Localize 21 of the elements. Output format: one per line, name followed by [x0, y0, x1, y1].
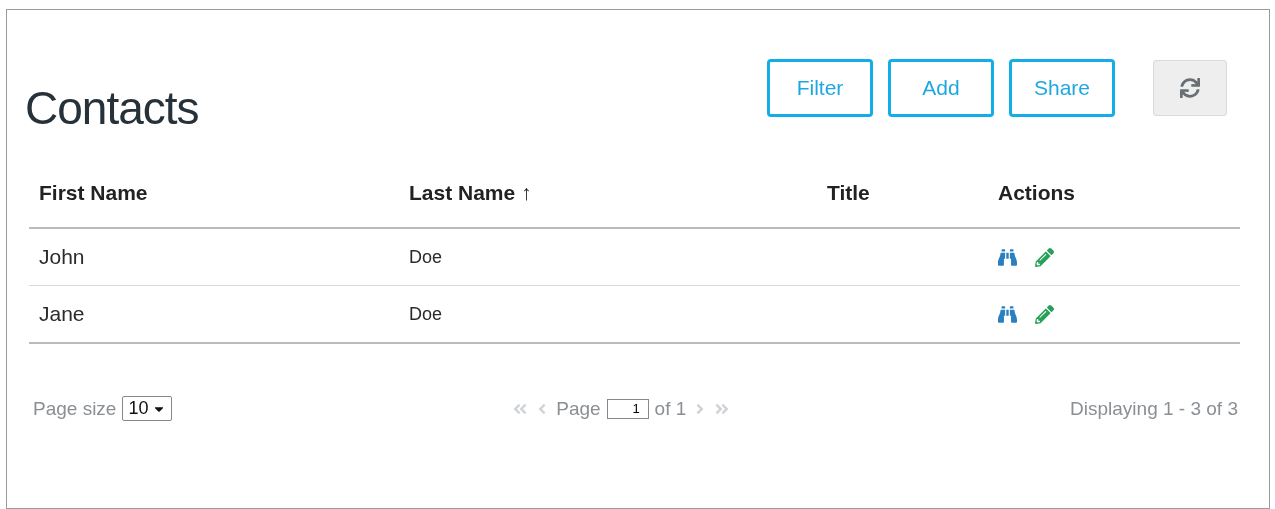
- page-label: Page: [556, 397, 601, 420]
- page-size-label: Page size: [33, 397, 117, 420]
- refresh-icon: [1180, 78, 1200, 98]
- page-size-select[interactable]: 10: [122, 396, 173, 421]
- page-count: of 1: [654, 397, 687, 420]
- column-header[interactable]: First Name: [29, 181, 399, 228]
- refresh-button[interactable]: [1153, 60, 1227, 116]
- table-cell: Doe: [399, 228, 817, 286]
- column-header[interactable]: Title: [817, 181, 988, 228]
- table-cell: John: [29, 228, 399, 286]
- page-input[interactable]: 1: [606, 398, 649, 419]
- view-icon[interactable]: [998, 247, 1017, 267]
- page-title: Contacts: [25, 81, 199, 135]
- table-cell: Jane: [29, 285, 399, 343]
- table-cell: Doe: [399, 285, 817, 343]
- view-icon[interactable]: [998, 304, 1017, 324]
- pencil-icon[interactable]: [1035, 247, 1054, 267]
- pencil-icon[interactable]: [1035, 304, 1054, 324]
- column-header[interactable]: Actions: [988, 181, 1240, 228]
- displaying-count: Displaying 1 - 3 of 3: [1070, 397, 1238, 420]
- column-header[interactable]: Last Name ↑: [399, 181, 817, 228]
